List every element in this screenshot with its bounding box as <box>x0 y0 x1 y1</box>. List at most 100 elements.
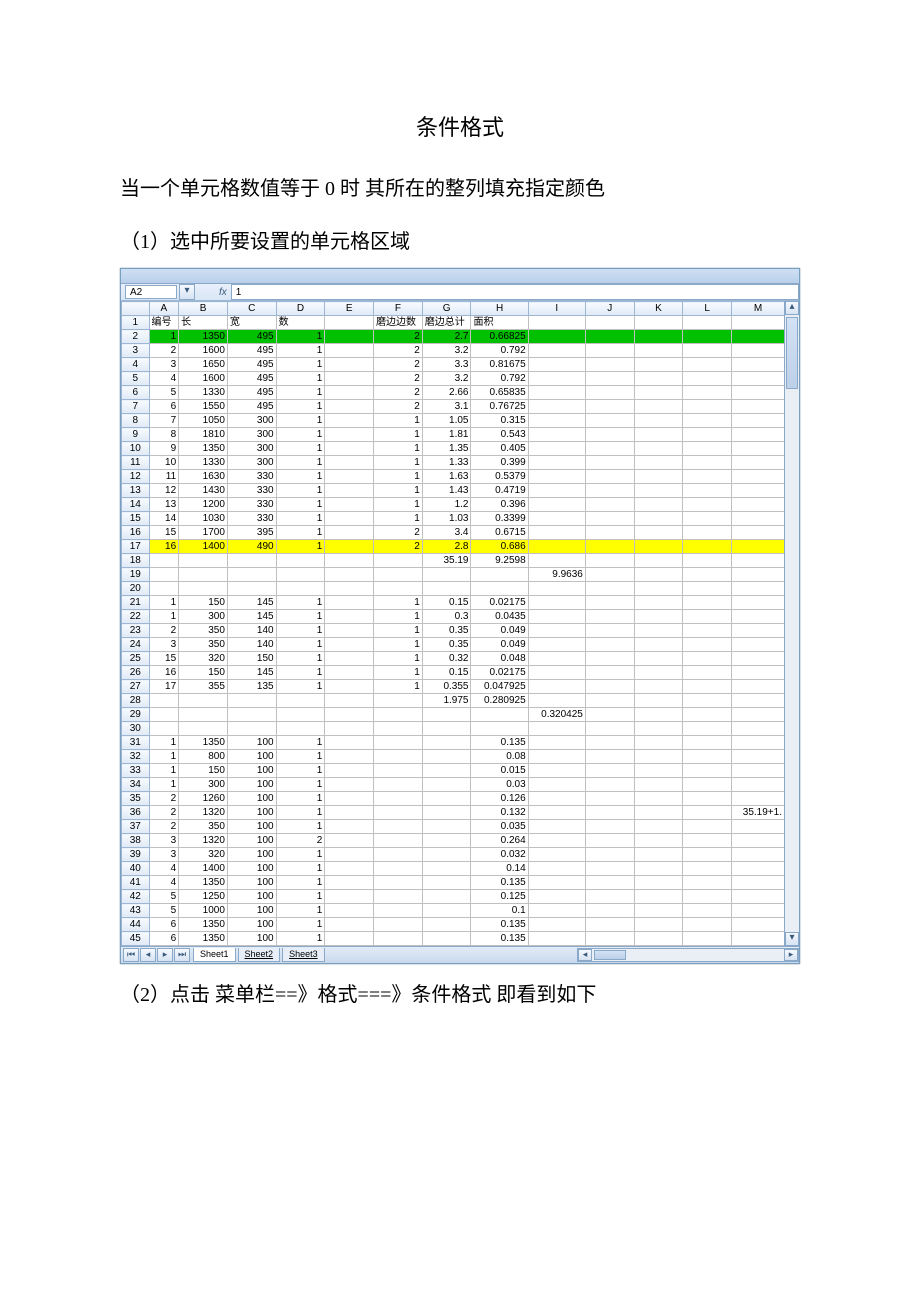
cell[interactable]: 1430 <box>179 484 228 498</box>
cell[interactable]: 1400 <box>179 540 228 554</box>
cell[interactable] <box>683 554 732 568</box>
cell[interactable] <box>179 568 228 582</box>
cell[interactable] <box>276 708 325 722</box>
cell[interactable] <box>325 498 374 512</box>
cell[interactable] <box>683 610 732 624</box>
cell[interactable] <box>585 316 634 330</box>
col-header-H[interactable]: H <box>471 302 528 316</box>
cell[interactable] <box>374 918 423 932</box>
cell[interactable]: 1 <box>276 932 325 946</box>
cell[interactable] <box>528 316 585 330</box>
cell[interactable]: 2 <box>149 344 179 358</box>
cell[interactable]: 0.66825 <box>471 330 528 344</box>
cell[interactable]: 1330 <box>179 456 228 470</box>
cell[interactable] <box>585 750 634 764</box>
cell[interactable] <box>634 470 683 484</box>
cell[interactable] <box>683 666 732 680</box>
cell[interactable] <box>732 344 785 358</box>
cell[interactable] <box>528 582 585 596</box>
cell[interactable]: 1350 <box>179 932 228 946</box>
cell[interactable] <box>276 568 325 582</box>
cell[interactable] <box>683 890 732 904</box>
cell[interactable] <box>732 834 785 848</box>
cell[interactable] <box>528 456 585 470</box>
cell[interactable]: 0.135 <box>471 736 528 750</box>
cell[interactable] <box>732 666 785 680</box>
cell[interactable]: 0.686 <box>471 540 528 554</box>
row-header[interactable]: 1 <box>122 316 150 330</box>
cell[interactable] <box>149 722 179 736</box>
cell[interactable] <box>732 470 785 484</box>
cell[interactable] <box>374 820 423 834</box>
cell[interactable] <box>325 470 374 484</box>
cell[interactable] <box>585 876 634 890</box>
vscroll-track[interactable] <box>785 315 799 932</box>
cell[interactable] <box>528 484 585 498</box>
cell[interactable]: 3 <box>149 848 179 862</box>
cell[interactable] <box>325 862 374 876</box>
cell[interactable] <box>634 484 683 498</box>
cell[interactable]: 15 <box>149 652 179 666</box>
cell[interactable]: 1260 <box>179 792 228 806</box>
cell[interactable] <box>634 722 683 736</box>
cell[interactable]: 1 <box>374 680 423 694</box>
cell[interactable] <box>732 386 785 400</box>
row-header[interactable]: 19 <box>122 568 150 582</box>
cell[interactable] <box>528 694 585 708</box>
cell[interactable]: 0.6715 <box>471 526 528 540</box>
row-header[interactable]: 22 <box>122 610 150 624</box>
cell[interactable] <box>683 932 732 946</box>
cell[interactable]: 3 <box>149 358 179 372</box>
cell[interactable]: 300 <box>227 428 276 442</box>
cell[interactable] <box>528 414 585 428</box>
cell[interactable] <box>325 610 374 624</box>
cell[interactable] <box>634 820 683 834</box>
cell[interactable] <box>422 736 471 750</box>
cell[interactable] <box>374 848 423 862</box>
cell[interactable]: 0.3 <box>422 610 471 624</box>
row-header[interactable]: 20 <box>122 582 150 596</box>
cell[interactable]: 1 <box>276 386 325 400</box>
cell[interactable] <box>374 568 423 582</box>
cell[interactable] <box>683 778 732 792</box>
cell[interactable] <box>528 386 585 400</box>
cell[interactable]: 320 <box>179 848 228 862</box>
cell[interactable]: 1 <box>149 764 179 778</box>
cell[interactable] <box>528 862 585 876</box>
cell[interactable]: 0.65835 <box>471 386 528 400</box>
cell[interactable] <box>683 736 732 750</box>
cell[interactable]: 1 <box>149 778 179 792</box>
cell[interactable] <box>374 694 423 708</box>
cell[interactable]: 4 <box>149 876 179 890</box>
cell[interactable]: 9.9636 <box>528 568 585 582</box>
cell[interactable] <box>528 890 585 904</box>
tab-nav-next-icon[interactable]: ▸ <box>157 948 173 962</box>
cell[interactable]: 1350 <box>179 876 228 890</box>
cell[interactable]: 2 <box>374 386 423 400</box>
cell[interactable]: 2 <box>149 792 179 806</box>
cell[interactable] <box>528 358 585 372</box>
cell[interactable] <box>422 918 471 932</box>
cell[interactable] <box>471 568 528 582</box>
cell[interactable]: 100 <box>227 820 276 834</box>
cell[interactable]: 0.125 <box>471 890 528 904</box>
cell[interactable] <box>634 764 683 778</box>
cell[interactable]: 0.320425 <box>528 708 585 722</box>
cell[interactable] <box>227 568 276 582</box>
cell[interactable]: 0.1 <box>471 904 528 918</box>
cell[interactable]: 330 <box>227 512 276 526</box>
cell[interactable]: 100 <box>227 848 276 862</box>
col-header-G[interactable]: G <box>422 302 471 316</box>
cell[interactable] <box>585 820 634 834</box>
cell[interactable] <box>422 582 471 596</box>
cell[interactable] <box>528 344 585 358</box>
cell[interactable] <box>149 708 179 722</box>
cell[interactable]: 1 <box>276 372 325 386</box>
cell[interactable] <box>528 554 585 568</box>
col-header-C[interactable]: C <box>227 302 276 316</box>
cell[interactable] <box>325 890 374 904</box>
cell[interactable] <box>528 596 585 610</box>
cell[interactable]: 0.132 <box>471 806 528 820</box>
cell[interactable]: 1 <box>276 890 325 904</box>
cell[interactable]: 350 <box>179 638 228 652</box>
